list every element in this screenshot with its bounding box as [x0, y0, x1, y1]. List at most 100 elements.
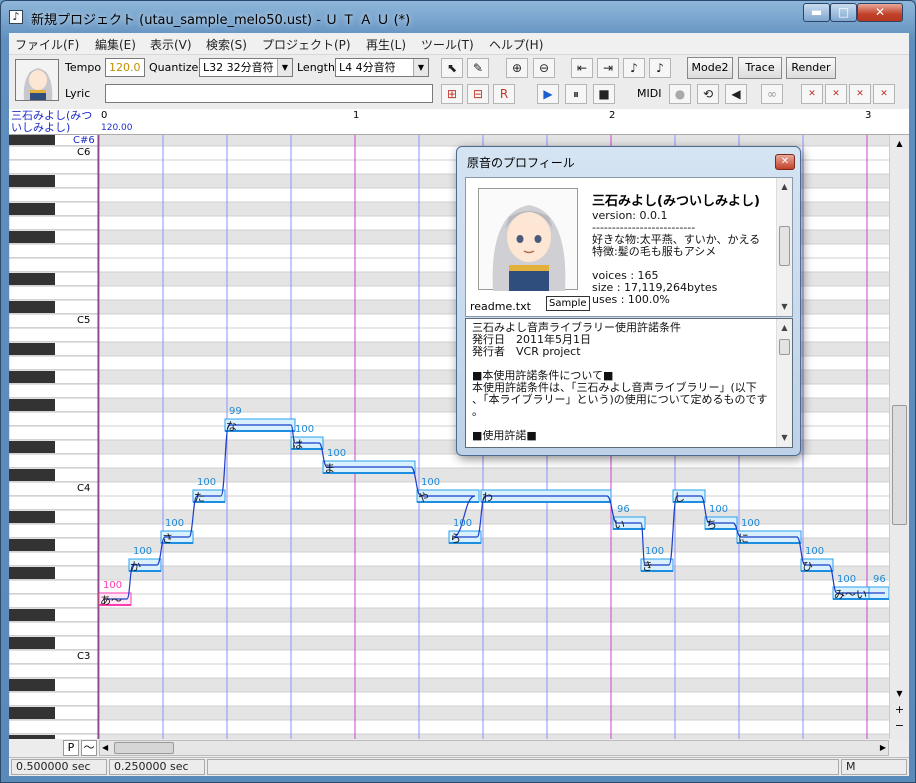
zoom-minus-icon[interactable]: − — [892, 719, 907, 733]
white-key — [9, 523, 99, 539]
length-select[interactable]: L4 4分音符 ▼ — [335, 58, 429, 77]
singer-avatar[interactable] — [15, 59, 59, 101]
grid-row — [99, 135, 889, 146]
pause-icon[interactable]: ⏸ — [565, 84, 587, 104]
tempo-input[interactable]: 120.0 — [105, 58, 145, 77]
midi-label: MIDI — [637, 87, 662, 100]
note-lyric[interactable]: ま — [324, 460, 335, 476]
grid-row — [99, 650, 889, 664]
note-velocity: 100 — [837, 574, 857, 585]
white-key — [9, 257, 99, 273]
scroll-thumb[interactable] — [779, 226, 790, 266]
license-scrollbar[interactable]: ▲ ▼ — [776, 319, 792, 447]
note-lyric[interactable]: か — [130, 558, 141, 574]
black-key — [9, 539, 55, 551]
stop-icon[interactable]: ■ — [593, 84, 615, 104]
acpt-tool-icon[interactable]: ✕ — [801, 84, 823, 104]
zoom-in-icon[interactable]: ⊕ — [506, 58, 528, 78]
note-lyric[interactable]: し — [674, 489, 685, 505]
prev-note-icon[interactable]: ♪ — [623, 58, 645, 78]
grid-row — [99, 692, 889, 706]
maximize-button[interactable]: □ — [830, 3, 857, 22]
vertical-scrollbar[interactable]: ▲ ▼ + − — [889, 135, 909, 739]
p3p4-tool-icon[interactable]: ✕ — [849, 84, 871, 104]
insert-note-icon[interactable]: ⊟ — [467, 84, 489, 104]
menu-search[interactable]: 検索(S) — [206, 36, 247, 53]
note-lyric[interactable]: ち — [706, 516, 717, 532]
menu-tools[interactable]: ツール(T) — [421, 36, 474, 53]
profile-scrollbar[interactable]: ▲ ▼ — [776, 178, 792, 316]
minimize-button[interactable]: ▬ — [803, 3, 830, 22]
p2p3-tool-icon[interactable]: ✕ — [825, 84, 847, 104]
zoom-plus-icon[interactable]: + — [892, 703, 907, 717]
close-button[interactable]: ✕ — [857, 3, 903, 22]
scroll-up-icon[interactable]: ▲ — [892, 137, 907, 151]
black-key — [9, 371, 55, 383]
note-lyric[interactable]: み〜い — [834, 586, 867, 602]
insert-r-icon[interactable]: R — [493, 84, 515, 104]
grid-row — [99, 468, 889, 482]
license-textbox[interactable]: 三石みよし音声ライブラリー使用許諾条件 発行日 2011年5月1日 発行者 VCR … — [465, 318, 793, 448]
select-tool-icon[interactable]: ⬉ — [441, 58, 463, 78]
scroll-down-icon[interactable]: ▼ — [892, 687, 907, 701]
note-lyric[interactable]: た — [194, 489, 205, 505]
scroll-up-icon[interactable]: ▲ — [777, 321, 792, 335]
menu-view[interactable]: 表示(V) — [150, 36, 192, 53]
menu-project[interactable]: プロジェクト(P) — [262, 36, 351, 53]
note-lyric[interactable]: さ — [162, 530, 173, 546]
note-lyric[interactable]: な — [226, 418, 237, 434]
menu-file[interactable]: ファイル(F) — [15, 36, 79, 53]
title-bar[interactable]: ♪ 新規プロジェクト (utau_sample_melo50.ust) - Ｕ … — [1, 1, 915, 33]
go-end-icon[interactable]: ⇥ — [597, 58, 619, 78]
timeline-ruler[interactable]: 三石みよし(みついしみよし) 0 120.00 1 2 3 — [9, 109, 909, 135]
apt-tool-icon[interactable]: ✕ — [873, 84, 895, 104]
note-velocity: 100 — [197, 477, 217, 488]
scroll-down-icon[interactable]: ▼ — [777, 300, 792, 314]
scroll-left-icon[interactable]: ◀ — [102, 741, 108, 755]
insert-rest-icon[interactable]: ⊞ — [441, 84, 463, 104]
scroll-right-icon[interactable]: ▶ — [880, 741, 886, 755]
menu-play[interactable]: 再生(L) — [366, 36, 406, 53]
next-note-icon[interactable]: ♪ — [649, 58, 671, 78]
trace-button[interactable]: Trace — [738, 57, 782, 79]
record-icon[interactable]: ● — [669, 84, 691, 104]
black-key — [9, 231, 55, 243]
note-lyric[interactable]: は — [292, 436, 303, 452]
pencil-tool-icon[interactable]: ✎ — [467, 58, 489, 78]
zoom-out-icon[interactable]: ⊖ — [533, 58, 555, 78]
grid-row — [99, 678, 889, 692]
loop-icon[interactable]: ⟲ — [697, 84, 719, 104]
scroll-thumb[interactable] — [892, 405, 907, 525]
menu-edit[interactable]: 編集(E) — [95, 36, 136, 53]
pitch-toggle-button[interactable]: P — [63, 740, 79, 756]
note-lyric[interactable]: に — [738, 530, 749, 546]
scroll-up-icon[interactable]: ▲ — [777, 180, 792, 194]
menu-help[interactable]: ヘルプ(H) — [489, 36, 543, 53]
speaker-icon[interactable]: ◀ — [725, 84, 747, 104]
profile-uses: uses : 100.0% — [592, 293, 670, 306]
dialog-close-button[interactable]: ✕ — [775, 154, 795, 170]
note-lyric[interactable]: や — [418, 489, 429, 505]
note-lyric[interactable]: い — [614, 516, 625, 532]
go-start-icon[interactable]: ⇤ — [571, 58, 593, 78]
h-scroll-thumb[interactable] — [114, 742, 174, 754]
mode2-button[interactable]: Mode2 — [687, 57, 733, 79]
note-lyric[interactable]: あ〜 — [100, 592, 122, 608]
key-label: C4 — [77, 483, 91, 494]
readme-link[interactable]: readme.txt — [470, 300, 531, 313]
lyric-input[interactable] — [105, 84, 433, 103]
envelope-toggle-button[interactable]: 〜 — [81, 740, 97, 756]
note-lyric[interactable]: ら — [450, 530, 461, 546]
horizontal-scrollbar[interactable]: ◀ ▶ — [99, 740, 889, 756]
black-key — [9, 301, 55, 313]
scroll-down-icon[interactable]: ▼ — [777, 431, 792, 445]
note-lyric[interactable]: ひ — [802, 558, 813, 574]
quantize-select[interactable]: L32 32分音符 ▼ — [199, 58, 293, 77]
vibrato-icon[interactable]: ∞ — [761, 84, 783, 104]
note-lyric[interactable]: き — [642, 558, 653, 574]
note-lyric[interactable]: わ — [482, 489, 493, 505]
render-button[interactable]: Render — [786, 57, 836, 79]
scroll-thumb[interactable] — [779, 339, 790, 355]
play-icon[interactable]: ▶ — [537, 84, 559, 104]
sample-button[interactable]: Sample — [546, 296, 590, 311]
